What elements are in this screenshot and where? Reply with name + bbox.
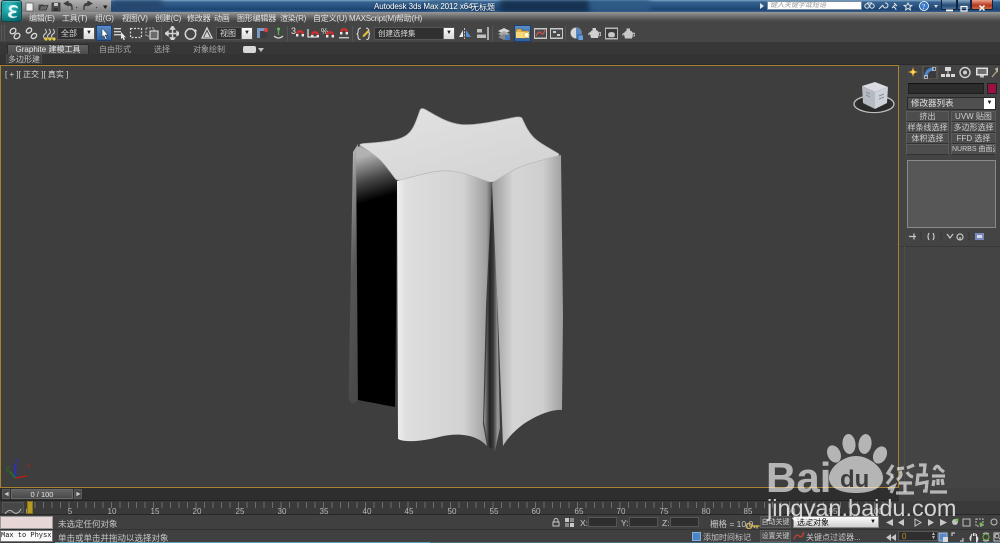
svg-text:z: z (15, 458, 19, 465)
svg-text:?: ? (922, 3, 925, 11)
svg-text:x: x (27, 463, 31, 470)
svg-text:3: 3 (291, 26, 296, 36)
